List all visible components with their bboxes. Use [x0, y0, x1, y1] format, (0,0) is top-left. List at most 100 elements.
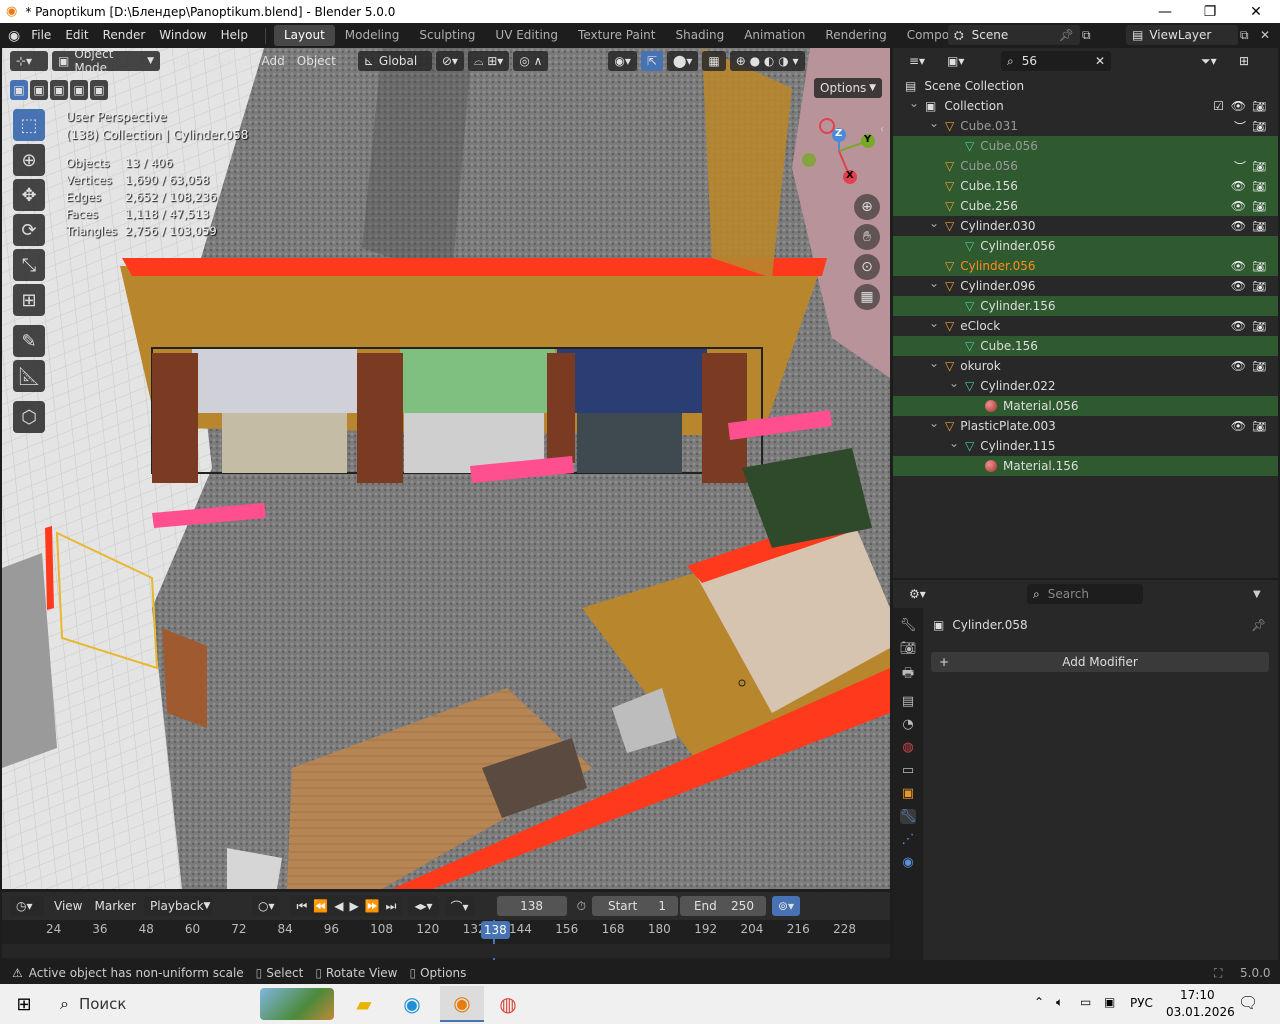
tab-uv-editing[interactable]: UV Editing [485, 25, 568, 46]
properties-editor-type-icon[interactable]: ⚙▾ [903, 584, 937, 604]
expand-arrow-icon[interactable]: ⌄ [949, 376, 959, 390]
particles-tab-icon[interactable]: ⋰ [902, 832, 915, 847]
blender-menu-icon[interactable]: ◉ [8, 28, 20, 44]
select-subtract-icon[interactable]: ▣ [50, 80, 68, 100]
network-tray-icon[interactable]: ▣ [1104, 995, 1115, 1009]
scale-tool-icon[interactable]: ⤡ [13, 249, 45, 281]
keyframe-nav-icon[interactable]: ◂▸▾ [408, 896, 439, 916]
select-intersect-icon[interactable]: ▣ [90, 80, 108, 100]
tab-rendering[interactable]: Rendering [815, 25, 896, 46]
render-camera-icon[interactable]: 📷︎ [1252, 260, 1266, 273]
viewport-menu-add[interactable]: Add [256, 51, 291, 71]
playback-menu[interactable]: Playback ▼ [143, 896, 212, 916]
mode-selector[interactable]: ▣ Object Mode ▼ [52, 47, 160, 75]
outliner-row[interactable]: ▽ Cylinder.156 [893, 296, 1278, 316]
proportional-edit-icon[interactable]: ◎ ∧ [513, 51, 549, 71]
exclude-checkbox[interactable]: ☑ [1213, 99, 1224, 113]
current-frame-field[interactable]: 138 [496, 896, 567, 916]
render-camera-icon[interactable]: 📷︎ [1252, 160, 1266, 173]
overlays-icon[interactable]: ⬤▾ [666, 51, 699, 71]
pan-hand-icon[interactable]: ✋︎ [854, 224, 880, 250]
perspective-grid-icon[interactable]: ▦ [854, 284, 880, 310]
tab-texture-paint[interactable]: Texture Paint [568, 25, 665, 46]
clear-icon[interactable]: ✕ [1095, 54, 1105, 68]
start-frame-field[interactable]: Start 1 [591, 896, 678, 916]
menu-file[interactable]: File [24, 23, 58, 48]
eye-icon[interactable]: 👁︎ [1231, 359, 1246, 373]
outliner-row[interactable]: ▽ Cube.156 👁︎ 📷︎ [893, 176, 1278, 196]
jump-start-icon[interactable]: ⏮ [296, 899, 307, 914]
chrome-icon[interactable]: ◍ [490, 988, 526, 1020]
expand-arrow-icon[interactable]: ⌄ [929, 316, 939, 330]
expand-arrow-icon[interactable]: ⌄ [929, 116, 939, 130]
hidden-eye-icon[interactable]: ︶ [1234, 118, 1246, 135]
gizmo-toggle-icon[interactable]: ⇱ [640, 51, 663, 71]
world-tab-icon[interactable]: ◍ [902, 740, 913, 755]
expand-arrow-icon[interactable]: ⌄ [929, 356, 939, 370]
navigation-gizmo[interactable]: Z Y X [798, 115, 880, 187]
hidden-eye-icon[interactable]: ︶ [1234, 158, 1246, 175]
scene-tab-icon[interactable]: ◔ [902, 717, 913, 732]
stopwatch-icon[interactable]: ⏱ [577, 899, 586, 914]
physics-tab-icon[interactable]: ◉ [902, 855, 913, 870]
outliner-row[interactable]: Material.056 [893, 396, 1278, 416]
sync-icon[interactable]: ⊚▾ [771, 896, 801, 916]
jump-end-icon[interactable]: ⏭ [386, 899, 397, 914]
minimize-button[interactable]: — [1142, 0, 1188, 23]
render-camera-icon[interactable]: 📷︎ [1252, 420, 1266, 433]
widgets-icon[interactable] [260, 988, 334, 1020]
maximize-button[interactable]: ❐ [1187, 0, 1233, 23]
object-tab-icon[interactable]: ▣ [902, 786, 914, 801]
notifications-icon[interactable]: 🗨︎ [1238, 993, 1258, 1012]
modifier-tab-icon[interactable]: 🔧︎ [899, 809, 917, 824]
outliner-row[interactable]: ⌄ ▣ Collection ☑ 👁︎ 📷︎ [893, 96, 1278, 116]
timeline-track[interactable] [2, 944, 890, 958]
render-tab-icon[interactable]: 📷︎ [900, 641, 917, 656]
properties-search-field[interactable]: ⌕ Search [1027, 584, 1143, 604]
eye-icon[interactable]: 👁︎ [1231, 259, 1246, 273]
outliner-row[interactable]: ▽ Cube.056 [893, 136, 1278, 156]
blender-taskbar-icon[interactable]: ◉ [440, 986, 484, 1022]
playhead-frame-badge[interactable]: 138 [480, 921, 510, 939]
view-layer-tab-icon[interactable]: ▤ [902, 694, 914, 709]
outliner-editor-type-icon[interactable]: ≡▾ [903, 51, 937, 71]
measure-tool-icon[interactable]: 📐︎ [13, 360, 45, 392]
tool-tab-icon[interactable]: 🔧︎ [900, 618, 917, 633]
outliner-row[interactable]: ⌄ ▽ eClock 👁︎ 📷︎ [893, 316, 1278, 336]
prev-keyframe-icon[interactable]: ⏪ [313, 899, 328, 913]
render-camera-icon[interactable]: 📷︎ [1252, 100, 1266, 113]
outliner-row[interactable]: ⌄ ▽ Cylinder.030 👁︎ 📷︎ [893, 216, 1278, 236]
render-camera-icon[interactable]: 📷︎ [1252, 360, 1266, 373]
snap-icon[interactable]: ⌓ ⊞▾ [467, 51, 510, 71]
play-icon[interactable]: ▶ [349, 899, 358, 913]
tab-layout[interactable]: Layout [273, 25, 335, 46]
outliner-row[interactable]: ▽ Cube.056 ︶ 📷︎ [893, 156, 1278, 176]
tab-animation[interactable]: Animation [734, 25, 815, 46]
scene-selector[interactable]: ⛭ Scene 📌︎ [948, 25, 1080, 45]
outliner-search-field[interactable]: ⌕ 56 ✕ [1001, 51, 1111, 71]
windows-start-icon[interactable]: ⊞ [0, 984, 48, 1024]
eye-icon[interactable]: 👁︎ [1231, 219, 1246, 233]
timeline-editor-type-icon[interactable]: ◷▾ [10, 896, 44, 916]
viewport-menu-select[interactable]: Select [206, 51, 255, 71]
close-button[interactable]: ✕ [1233, 0, 1279, 23]
next-keyframe-icon[interactable]: ⏩ [365, 899, 380, 913]
display-mode-icon[interactable]: ▣▾ [941, 51, 975, 71]
render-camera-icon[interactable]: 📷︎ [1252, 220, 1266, 233]
outliner-row[interactable]: Material.156 [893, 456, 1278, 476]
menu-edit[interactable]: Edit [58, 23, 95, 48]
eye-icon[interactable]: 👁︎ [1231, 279, 1246, 293]
clipboard-icon[interactable]: ▭ [1080, 995, 1091, 1009]
language-indicator[interactable]: РУС [1130, 996, 1153, 1010]
visibility-icon[interactable]: ◉▾ [608, 51, 637, 71]
zoom-icon[interactable]: ⊕ [854, 194, 880, 220]
outliner-row[interactable]: ▽ Cylinder.056 [893, 236, 1278, 256]
render-camera-icon[interactable]: 📷︎ [1252, 200, 1266, 213]
viewport-menu-object[interactable]: Object [291, 51, 342, 71]
select-invert-icon[interactable]: ▣ [70, 80, 88, 100]
remove-view-layer-icon[interactable]: ✕ [1260, 28, 1270, 42]
tab-shading[interactable]: Shading [665, 25, 734, 46]
timeline-menu-view[interactable]: View [48, 896, 88, 916]
auto-key-icon[interactable]: ⌒▾ [444, 896, 475, 916]
new-view-layer-icon[interactable]: ⧉ [1240, 28, 1249, 43]
